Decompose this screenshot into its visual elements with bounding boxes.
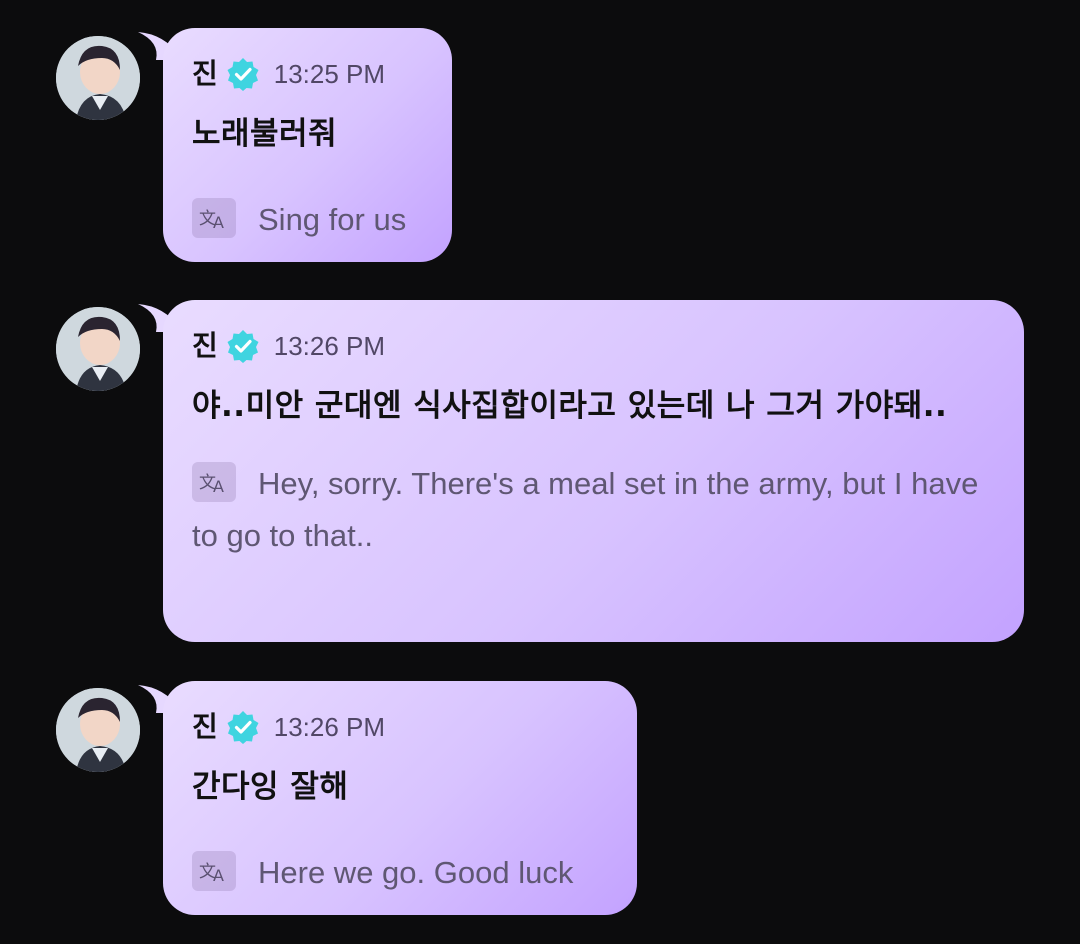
svg-text:A: A	[213, 477, 224, 496]
translation-row: 文 A Hey, sorry. There's a meal set in the …	[192, 458, 994, 562]
author-name[interactable]: 진	[192, 707, 218, 747]
translation-row: 文 A Here we go. Good luck	[192, 847, 607, 899]
message-text: 간다잉 잘해	[192, 769, 349, 805]
avatar[interactable]	[56, 688, 140, 772]
message-bubble[interactable]: 진 13:25 PM 노래불러줘 文 A Sing for us	[163, 28, 452, 262]
avatar[interactable]	[56, 307, 140, 391]
translate-icon[interactable]: 文A	[192, 850, 236, 891]
author-name[interactable]: 진	[192, 54, 218, 94]
message-bubble[interactable]: 진 13:26 PM 야..미안 군대엔 식사집합이라고 있는데 나 그거 가야…	[163, 300, 1024, 642]
translation-text: Sing for us	[258, 202, 407, 237]
avatar[interactable]	[56, 36, 140, 120]
message-meta: 진 13:25 PM	[192, 54, 422, 94]
translate-icon[interactable]: 文A	[192, 197, 236, 238]
message-meta: 진 13:26 PM	[192, 707, 607, 747]
translation-row: 文 A Sing for us	[192, 194, 422, 246]
message-time: 13:26 PM	[273, 331, 386, 361]
translation-text: Here we go. Good luck	[258, 855, 574, 890]
translation-text: Hey, sorry. There's a meal set in the ar…	[192, 466, 979, 553]
verified-badge-icon	[227, 330, 259, 363]
message-time: 13:26 PM	[273, 712, 386, 742]
message-text: 야..미안 군대엔 식사집합이라고 있는데 나 그거 가야돼..	[192, 388, 948, 424]
chat-thread: 진 13:25 PM 노래불러줘 文 A Sing for us 진 13:26…	[0, 0, 1080, 944]
message-text: 노래불러줘	[192, 116, 338, 152]
message-time: 13:25 PM	[273, 59, 386, 89]
author-name[interactable]: 진	[192, 326, 218, 366]
verified-badge-icon	[227, 58, 259, 91]
translate-icon[interactable]: 文A	[192, 461, 236, 502]
message-bubble[interactable]: 진 13:26 PM 간다잉 잘해 文 A Here we go. Good luc…	[163, 681, 637, 915]
message-meta: 진 13:26 PM	[192, 326, 994, 366]
verified-badge-icon	[227, 711, 259, 744]
svg-text:A: A	[213, 213, 224, 232]
svg-text:A: A	[213, 866, 224, 885]
